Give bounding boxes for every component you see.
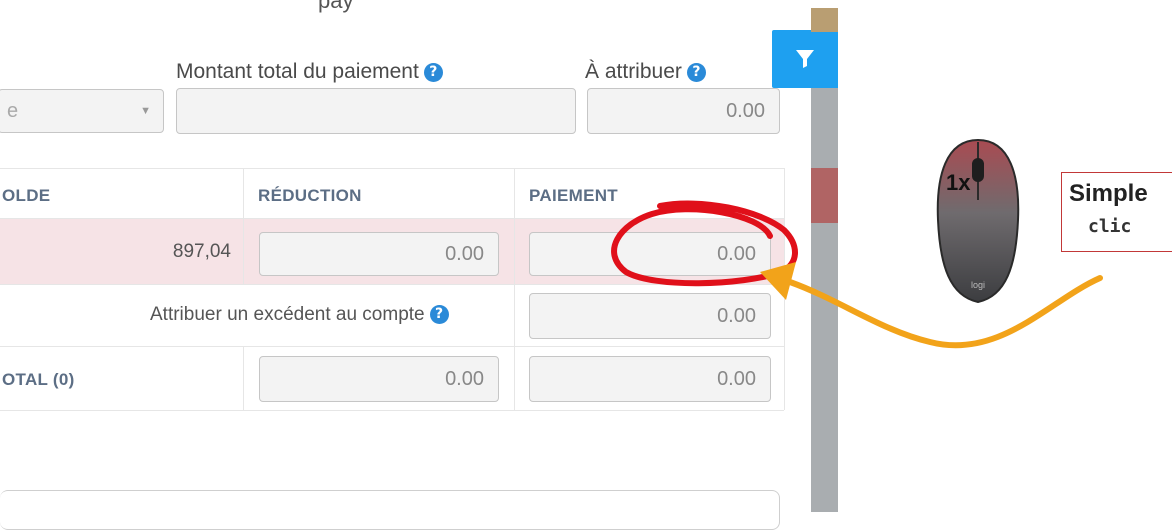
svg-text:logi: logi <box>971 280 985 290</box>
callout-title: Simple <box>1069 180 1148 207</box>
arrow-head <box>760 262 796 300</box>
mouse-icon: logi <box>936 138 1020 304</box>
mouse-click-badge: 1x <box>946 170 971 195</box>
callout-subtitle: clic <box>1088 216 1132 237</box>
